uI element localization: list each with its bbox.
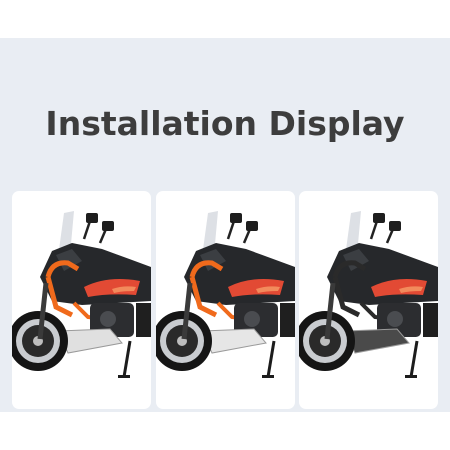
bottom-strip: [0, 412, 450, 450]
section-title: Installation Display: [45, 104, 405, 143]
motorcycle-image: [299, 211, 438, 378]
top-strip: [0, 0, 450, 38]
gallery-image-card[interactable]: [156, 191, 295, 409]
kickstand: [262, 340, 276, 378]
mirrors: [82, 213, 114, 244]
gallery-image-card[interactable]: [12, 191, 151, 409]
kickstand: [118, 340, 132, 378]
rear-body: [280, 303, 295, 337]
rear-body: [136, 303, 151, 337]
kickstand: [405, 340, 419, 378]
mirrors: [369, 213, 401, 244]
motorcycle-image: [12, 211, 151, 378]
motorcycle-image: [156, 211, 295, 378]
mirrors: [226, 213, 258, 244]
rear-body: [423, 303, 438, 337]
gallery-image-card[interactable]: [299, 191, 438, 409]
